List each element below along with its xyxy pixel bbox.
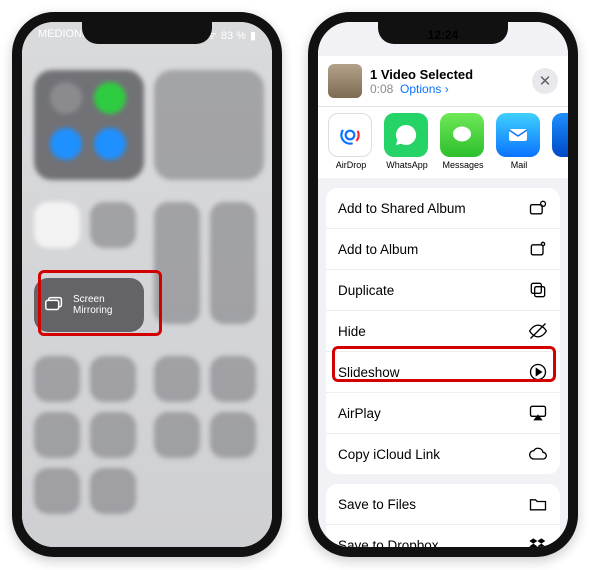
actions-group-1: Add to Shared Album Add to Album Duplica… (326, 188, 560, 474)
battery-icon: ▮ (250, 29, 256, 42)
volume-slider[interactable] (210, 202, 256, 324)
action-label: Duplicate (338, 283, 394, 298)
screen-mirroring-icon (44, 293, 66, 318)
action-add-shared-album[interactable]: Add to Shared Album (326, 188, 560, 229)
duplicate-icon (528, 280, 548, 300)
folder-icon (528, 494, 548, 514)
dnd-tile[interactable] (90, 202, 136, 248)
play-icon (528, 362, 548, 382)
phone-left: MEDIONmobile ⚙︎ ᯤ 83 % ▮ (12, 12, 282, 557)
action-copy-icloud-link[interactable]: Copy iCloud Link (326, 434, 560, 474)
messages-icon (450, 123, 474, 147)
music-tile[interactable] (154, 70, 264, 180)
whatsapp-icon (394, 123, 418, 147)
action-label: Add to Album (338, 242, 418, 257)
cc-tile[interactable] (34, 356, 80, 402)
action-hide[interactable]: Hide (326, 311, 560, 352)
app-label: Messages (442, 160, 483, 170)
phone-right: 12:24 1 Video Selected 0:08 Options › ✕ … (308, 12, 578, 557)
cc-tile[interactable] (34, 468, 80, 514)
cc-tile[interactable] (90, 356, 136, 402)
app-whatsapp[interactable]: WhatsApp (384, 113, 430, 170)
cc-tile[interactable] (210, 356, 256, 402)
action-save-files[interactable]: Save to Files (326, 484, 560, 525)
battery-label: 83 % (221, 30, 246, 42)
actions-group-2: Save to Files Save to Dropbox Nach Hause (326, 484, 560, 547)
share-sheet: 12:24 1 Video Selected 0:08 Options › ✕ … (318, 22, 568, 547)
app-more[interactable]: Fa (552, 113, 568, 170)
cc-tile[interactable] (34, 412, 80, 458)
close-button[interactable]: ✕ (532, 68, 558, 94)
screen-mirroring-label: Screen Mirroring (73, 294, 134, 316)
cloud-link-icon (528, 444, 548, 464)
mail-icon (506, 123, 530, 147)
cc-tile[interactable] (154, 356, 200, 402)
action-label: Copy iCloud Link (338, 447, 440, 462)
status-time: 12:24 (318, 28, 568, 42)
close-icon: ✕ (539, 72, 552, 90)
video-duration: 0:08 (370, 82, 393, 96)
hide-icon (528, 321, 548, 341)
notch (82, 22, 212, 44)
share-title: 1 Video Selected (370, 67, 524, 82)
brightness-slider[interactable] (154, 202, 200, 324)
action-label: Save to Dropbox (338, 538, 439, 548)
shared-album-icon (528, 198, 548, 218)
app-label: AirDrop (336, 160, 367, 170)
action-duplicate[interactable]: Duplicate (326, 270, 560, 311)
cc-tile[interactable] (90, 468, 136, 514)
album-icon (528, 239, 548, 259)
action-save-dropbox[interactable]: Save to Dropbox (326, 525, 560, 547)
options-link[interactable]: Options › (400, 82, 449, 96)
share-header: 1 Video Selected 0:08 Options › ✕ (318, 56, 568, 107)
cc-tile[interactable] (210, 412, 256, 458)
action-label: AirPlay (338, 406, 381, 421)
action-slideshow[interactable]: Slideshow (326, 352, 560, 393)
app-mail[interactable]: Mail (496, 113, 542, 170)
action-label: Add to Shared Album (338, 201, 466, 216)
share-apps-row[interactable]: AirDrop WhatsApp Messages Mail (318, 107, 568, 178)
action-label: Hide (338, 324, 366, 339)
dropbox-icon (528, 535, 548, 547)
action-add-album[interactable]: Add to Album (326, 229, 560, 270)
video-thumbnail[interactable] (328, 64, 362, 98)
app-messages[interactable]: Messages (440, 113, 486, 170)
lock-rotation-tile[interactable] (34, 202, 80, 248)
cc-tile[interactable] (90, 412, 136, 458)
control-center: MEDIONmobile ⚙︎ ᯤ 83 % ▮ (22, 22, 272, 547)
cc-grid: Screen Mirroring (34, 70, 260, 535)
airplay-icon (528, 403, 548, 423)
action-label: Save to Files (338, 497, 416, 512)
app-label: WhatsApp (386, 160, 428, 170)
app-airdrop[interactable]: AirDrop (328, 113, 374, 170)
airdrop-icon (337, 122, 363, 148)
screen-mirroring-tile[interactable]: Screen Mirroring (34, 278, 144, 332)
cc-tile[interactable] (154, 412, 200, 458)
action-label: Slideshow (338, 365, 400, 380)
action-airplay[interactable]: AirPlay (326, 393, 560, 434)
connectivity-tile[interactable] (34, 70, 144, 180)
app-label: Mail (511, 160, 528, 170)
